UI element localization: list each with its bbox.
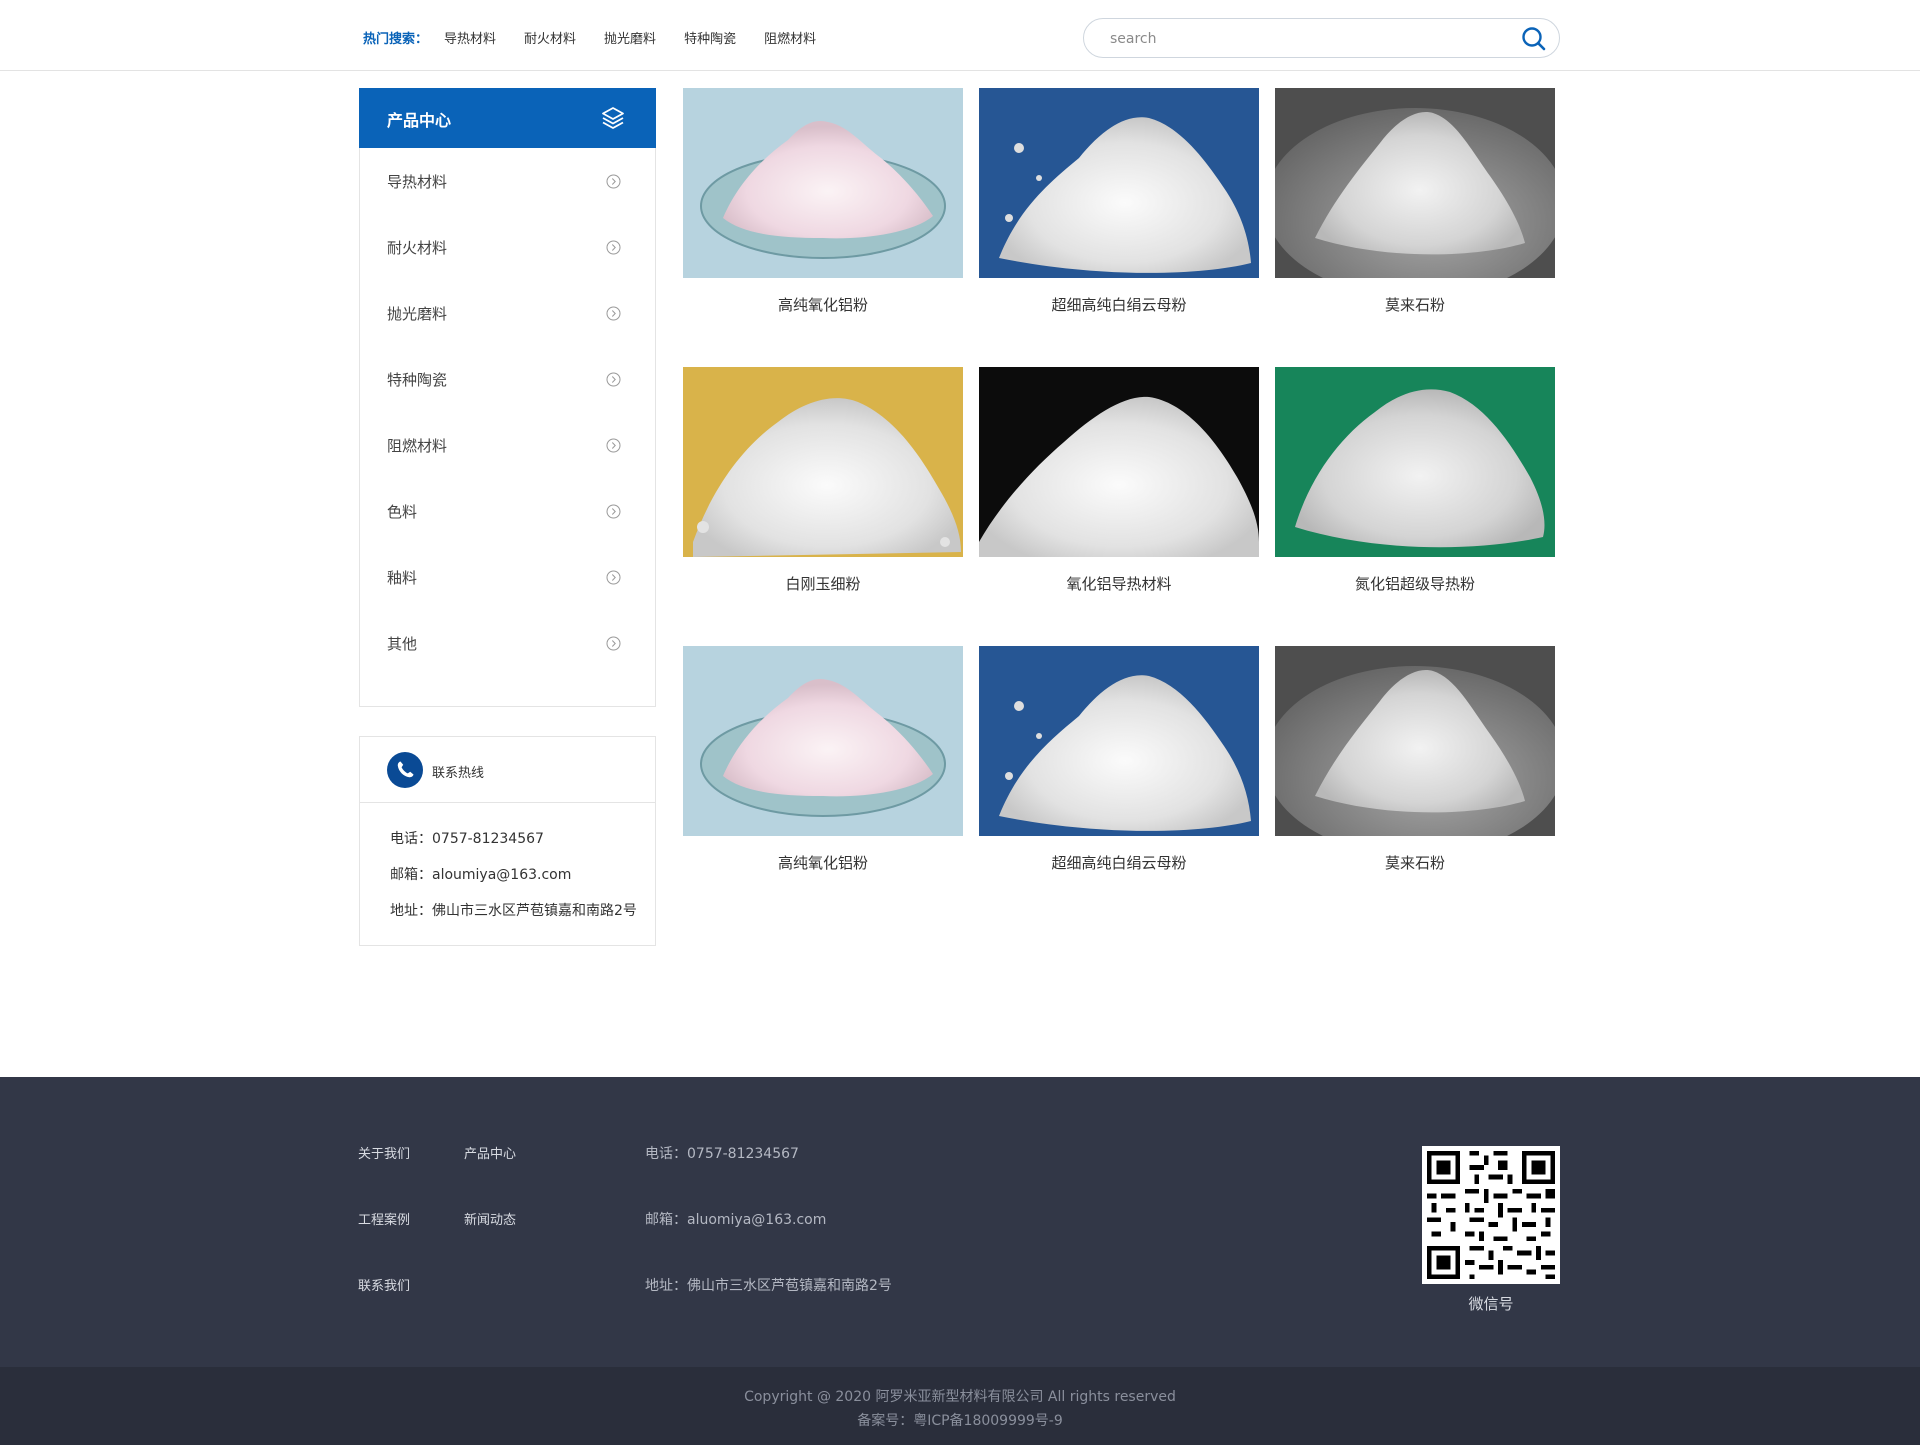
category-item[interactable]: 特种陶瓷 — [360, 346, 655, 412]
product-name[interactable]: 莫来石粉 — [1275, 294, 1555, 315]
search-box — [1083, 18, 1560, 58]
hot-search-link[interactable]: 抛光磨料 — [604, 28, 656, 47]
product-image[interactable] — [683, 367, 963, 557]
product-image[interactable] — [1275, 646, 1555, 836]
hot-search: 热门搜索： 导热材料 耐火材料 抛光磨料 特种陶瓷 阻燃材料 — [363, 28, 844, 47]
product-card[interactable]: 超细高纯白绢云母粉 — [979, 88, 1259, 314]
search-button[interactable] — [1521, 26, 1547, 52]
chevron-circle-right-icon — [606, 438, 621, 453]
contact-address: 地址：佛山市三水区芦苞镇嘉和南路2号 — [390, 903, 637, 919]
category-item[interactable]: 釉料 — [360, 544, 655, 610]
phone-icon — [387, 752, 423, 788]
footer: 关于我们 产品中心 工程案例 新闻动态 联系我们 电话：0757-8123456… — [0, 1077, 1920, 1367]
category-item[interactable]: 抛光磨料 — [360, 280, 655, 346]
wechat-qr-code — [1422, 1146, 1560, 1284]
chevron-circle-right-icon — [606, 306, 621, 321]
hot-search-link[interactable]: 阻燃材料 — [764, 28, 816, 47]
category-list: 导热材料 耐火材料 抛光磨料 特种陶瓷 阻燃材料 色料 釉料 其他 — [360, 148, 655, 676]
chevron-circle-right-icon — [606, 570, 621, 585]
search-icon — [1522, 27, 1546, 51]
footer-address: 地址：佛山市三水区芦苞镇嘉和南路2号 — [645, 1278, 892, 1294]
category-title: 产品中心 — [387, 111, 452, 130]
contact-phone: 电话：0757-81234567 — [390, 831, 544, 847]
category-item[interactable]: 耐火材料 — [360, 214, 655, 280]
category-panel: 产品中心 导热材料 耐火材料 抛光磨料 特种陶瓷 阻燃材料 色料 釉料 其他 — [359, 88, 656, 707]
product-card[interactable]: 白刚玉细粉 — [683, 367, 963, 593]
product-image[interactable] — [979, 646, 1259, 836]
product-image[interactable] — [979, 88, 1259, 278]
category-item-label: 导热材料 — [387, 173, 448, 191]
footer-link-products[interactable]: 产品中心 — [464, 1143, 516, 1162]
hot-search-title: 热门搜索： — [363, 32, 429, 47]
category-item[interactable]: 色料 — [360, 478, 655, 544]
product-image[interactable] — [1275, 88, 1555, 278]
footer-link-contact[interactable]: 联系我们 — [358, 1275, 410, 1294]
chevron-circle-right-icon — [606, 240, 621, 255]
product-card[interactable]: 高纯氧化铝粉 — [683, 646, 963, 872]
hot-search-link[interactable]: 导热材料 — [444, 28, 496, 47]
chevron-circle-right-icon — [606, 504, 621, 519]
category-item[interactable]: 其他 — [360, 610, 655, 676]
product-card[interactable]: 氮化铝超级导热粉 — [1275, 367, 1555, 593]
hot-search-link[interactable]: 耐火材料 — [524, 28, 576, 47]
layers-icon — [602, 107, 624, 129]
contact-email: 邮箱：aloumiya@163.com — [390, 867, 572, 883]
wechat-label: 微信号 — [1468, 1295, 1514, 1313]
product-image[interactable] — [683, 646, 963, 836]
icp-text[interactable]: 备案号：粤ICP备18009999号-9 — [0, 1410, 1920, 1430]
product-card[interactable]: 莫来石粉 — [1275, 88, 1555, 314]
category-item[interactable]: 阻燃材料 — [360, 412, 655, 478]
category-header: 产品中心 — [359, 88, 656, 148]
chevron-circle-right-icon — [606, 372, 621, 387]
product-name[interactable]: 超细高纯白绢云母粉 — [979, 294, 1259, 315]
copyright-text: Copyright @ 2020 阿罗米亚新型材料有限公司 All rights… — [744, 1389, 1176, 1405]
product-image[interactable] — [979, 367, 1259, 557]
search-input[interactable] — [1110, 28, 1490, 50]
category-item-label: 特种陶瓷 — [387, 371, 448, 389]
product-name[interactable]: 氮化铝超级导热粉 — [1275, 573, 1555, 594]
top-bar: 热门搜索： 导热材料 耐火材料 抛光磨料 特种陶瓷 阻燃材料 — [0, 0, 1920, 71]
category-item[interactable]: 导热材料 — [360, 148, 655, 214]
product-image[interactable] — [683, 88, 963, 278]
category-item-label: 抛光磨料 — [387, 305, 448, 323]
product-name[interactable]: 高纯氧化铝粉 — [683, 852, 963, 873]
chevron-circle-right-icon — [606, 174, 621, 189]
footer-phone: 电话：0757-81234567 — [645, 1146, 799, 1162]
footer-email: 邮箱：aluomiya@163.com — [645, 1212, 827, 1228]
product-name[interactable]: 莫来石粉 — [1275, 852, 1555, 873]
category-item-label: 釉料 — [387, 569, 418, 587]
category-item-label: 色料 — [387, 503, 418, 521]
product-image[interactable] — [1275, 367, 1555, 557]
product-name[interactable]: 白刚玉细粉 — [683, 573, 963, 594]
product-card[interactable]: 莫来石粉 — [1275, 646, 1555, 872]
product-card[interactable]: 超细高纯白绢云母粉 — [979, 646, 1259, 872]
chevron-circle-right-icon — [606, 636, 621, 651]
footer-link-news[interactable]: 新闻动态 — [464, 1209, 516, 1228]
category-item-label: 耐火材料 — [387, 239, 448, 257]
product-card[interactable]: 高纯氧化铝粉 — [683, 88, 963, 314]
contact-title: 联系热线 — [432, 766, 485, 781]
product-name[interactable]: 超细高纯白绢云母粉 — [979, 852, 1259, 873]
product-name[interactable]: 氧化铝导热材料 — [979, 573, 1259, 594]
product-card[interactable]: 氧化铝导热材料 — [979, 367, 1259, 593]
product-name[interactable]: 高纯氧化铝粉 — [683, 294, 963, 315]
footer-link-about[interactable]: 关于我们 — [358, 1143, 410, 1162]
copyright-bar: Copyright @ 2020 阿罗米亚新型材料有限公司 All rights… — [0, 1367, 1920, 1445]
hot-search-link[interactable]: 特种陶瓷 — [684, 28, 736, 47]
contact-header: 联系热线 — [360, 737, 655, 803]
category-item-label: 阻燃材料 — [387, 437, 448, 455]
footer-link-cases[interactable]: 工程案例 — [358, 1209, 410, 1228]
contact-panel: 联系热线 电话：0757-81234567 邮箱：aloumiya@163.co… — [359, 736, 656, 946]
category-item-label: 其他 — [387, 635, 418, 653]
